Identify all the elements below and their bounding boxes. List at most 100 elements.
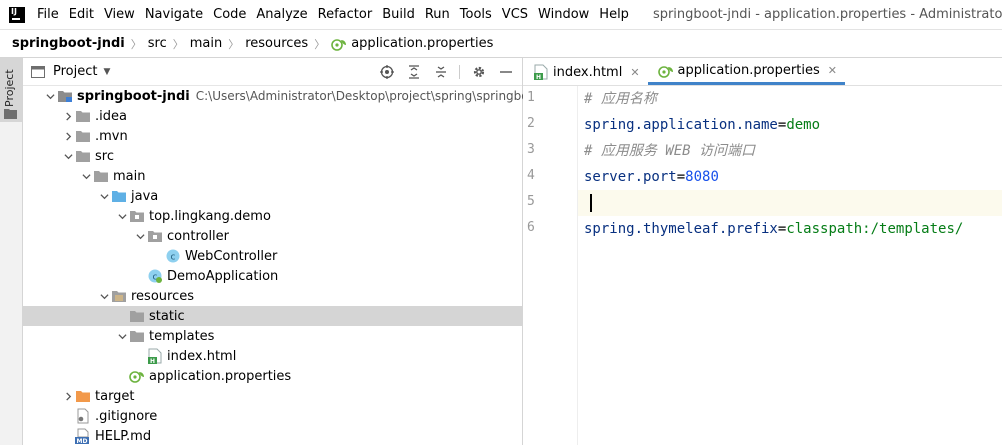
chevron-down-icon[interactable] <box>97 289 111 303</box>
tree-node-target[interactable]: target <box>23 386 522 406</box>
code-line: spring.application.name=demo <box>584 112 820 138</box>
tree-node-label: top.lingkang.demo <box>149 208 271 224</box>
hide-panel-icon[interactable] <box>498 64 514 80</box>
menu-refactor[interactable]: Refactor <box>314 0 379 29</box>
menu-help[interactable]: Help <box>595 0 635 29</box>
intellij-logo-icon[interactable] <box>9 6 25 23</box>
tab-index-html[interactable]: Hindex.html ✕ <box>523 59 648 85</box>
tree-node-gitignore[interactable]: .gitignore <box>23 406 522 426</box>
comment-text: # 应用名称 <box>584 91 657 107</box>
left-tool-stripe: Project <box>0 58 23 445</box>
svg-text:H: H <box>150 358 155 364</box>
breadcrumb-item[interactable]: resources <box>239 36 314 51</box>
gear-icon[interactable] <box>471 64 487 80</box>
text-caret <box>590 194 592 212</box>
tree-node-main[interactable]: main <box>23 166 522 186</box>
no-chevron <box>115 309 129 323</box>
chevron-down-icon[interactable] <box>133 229 147 243</box>
menu-run[interactable]: Run <box>421 0 456 29</box>
source-folder-icon <box>111 188 127 204</box>
tree-node-static[interactable]: static <box>23 306 522 326</box>
package-icon <box>147 228 163 244</box>
tree-node-top-lingkang-demo[interactable]: top.lingkang.demo <box>23 206 522 226</box>
property-value: 8080 <box>685 169 719 185</box>
breadcrumb-item[interactable]: main <box>184 36 228 51</box>
tree-node-src[interactable]: src <box>23 146 522 166</box>
code-line: server.port=8080 <box>584 164 719 190</box>
svg-text:H: H <box>536 74 541 80</box>
project-folder-icon <box>4 109 17 119</box>
tree-node-resources[interactable]: resources <box>23 286 522 306</box>
properties-file-icon <box>331 36 347 52</box>
tab-application-properties[interactable]: application.properties ✕ <box>647 59 845 85</box>
property-key: spring.application.name <box>584 117 778 133</box>
tree-node-label: .mvn <box>95 128 128 144</box>
close-icon[interactable]: ✕ <box>828 64 837 77</box>
tree-node-index-html[interactable]: Hindex.html <box>23 346 522 366</box>
tree-node-label: controller <box>167 228 230 244</box>
chevron-down-icon[interactable] <box>115 329 129 343</box>
expand-all-icon[interactable] <box>406 64 422 80</box>
locate-target-icon[interactable] <box>379 64 395 80</box>
menu-code[interactable]: Code <box>209 0 252 29</box>
tree-node-application-properties[interactable]: application.properties <box>23 366 522 386</box>
tree-node-controller[interactable]: controller <box>23 226 522 246</box>
breadcrumb-item[interactable]: springboot-jndi <box>0 36 131 51</box>
chevron-down-icon[interactable] <box>97 189 111 203</box>
menu-window[interactable]: Window <box>534 0 595 29</box>
html-file-icon: H <box>533 64 549 80</box>
window-title: springboot-jndi - application.properties… <box>652 7 1002 22</box>
chevron-down-icon[interactable] <box>43 89 57 103</box>
tree-node-idea[interactable]: .idea <box>23 106 522 126</box>
project-panel-header: Project ▼ <box>23 58 522 86</box>
tree-node-help-md[interactable]: MD HELP.md <box>23 426 522 446</box>
tree-node-label: WebController <box>185 248 278 264</box>
breadcrumb-label: src <box>147 36 167 51</box>
folder-icon <box>129 328 145 344</box>
chevron-right-icon[interactable] <box>61 389 75 403</box>
menu-edit[interactable]: Edit <box>65 0 100 29</box>
tree-node-label: HELP.md <box>95 428 152 444</box>
close-icon[interactable]: ✕ <box>630 66 639 79</box>
menu-navigate[interactable]: Navigate <box>141 0 209 29</box>
spring-boot-class-icon: c <box>147 268 163 284</box>
property-key: server.port <box>584 169 677 185</box>
tab-label: application.properties <box>677 63 820 78</box>
chevron-right-icon[interactable] <box>61 109 75 123</box>
module-folder-icon <box>57 88 73 104</box>
tree-node-mvn[interactable]: .mvn <box>23 126 522 146</box>
breadcrumb-separator-icon: 〉 <box>130 37 142 51</box>
tree-node-templates[interactable]: templates <box>23 326 522 346</box>
menu-build[interactable]: Build <box>378 0 421 29</box>
line-number-gutter: 1 2 3 4 5 6 <box>523 86 578 445</box>
breadcrumb-item[interactable]: src <box>142 36 173 51</box>
project-view-dropdown-icon[interactable]: ▼ <box>103 67 110 77</box>
code-content[interactable]: # 应用名称 spring.application.name=demo # 应用服务… <box>578 86 1002 445</box>
collapse-all-icon[interactable] <box>433 64 449 80</box>
tree-node-springboot-jndi[interactable]: springboot-jndi C:\Users\Administrator\De… <box>23 86 567 106</box>
tree-node-label: src <box>95 148 114 164</box>
menu-file[interactable]: File <box>33 0 65 29</box>
chevron-down-icon[interactable] <box>79 169 93 183</box>
tree-node-webcontroller[interactable]: c WebController <box>23 246 522 266</box>
no-chevron <box>115 369 129 383</box>
menu-analyze[interactable]: Analyze <box>252 0 313 29</box>
tree-node-demoapplication[interactable]: c DemoApplication <box>23 266 522 286</box>
project-tool-window-button[interactable]: Project <box>0 58 22 122</box>
excluded-folder-icon <box>75 388 91 404</box>
breadcrumb-item[interactable]: application.properties <box>325 36 499 52</box>
chevron-down-icon[interactable] <box>115 209 129 223</box>
chevron-down-icon[interactable] <box>61 149 75 163</box>
tree-node-label: resources <box>131 288 195 304</box>
tree-node-java[interactable]: java <box>23 186 522 206</box>
project-panel: Project ▼ springboot-jndi C:\Users\Admini… <box>23 58 567 446</box>
markdown-file-icon: MD <box>75 428 91 444</box>
chevron-right-icon[interactable] <box>61 129 75 143</box>
code-line: # 应用名称 <box>584 86 657 112</box>
properties-file-icon <box>129 368 145 384</box>
breadcrumb-label: springboot-jndi <box>12 36 125 51</box>
menu-vcs[interactable]: VCS <box>498 0 534 29</box>
menu-tools[interactable]: Tools <box>456 0 498 29</box>
menu-view[interactable]: View <box>100 0 141 29</box>
code-line: spring.thymeleaf.prefix=classpath:/templ… <box>584 216 963 242</box>
